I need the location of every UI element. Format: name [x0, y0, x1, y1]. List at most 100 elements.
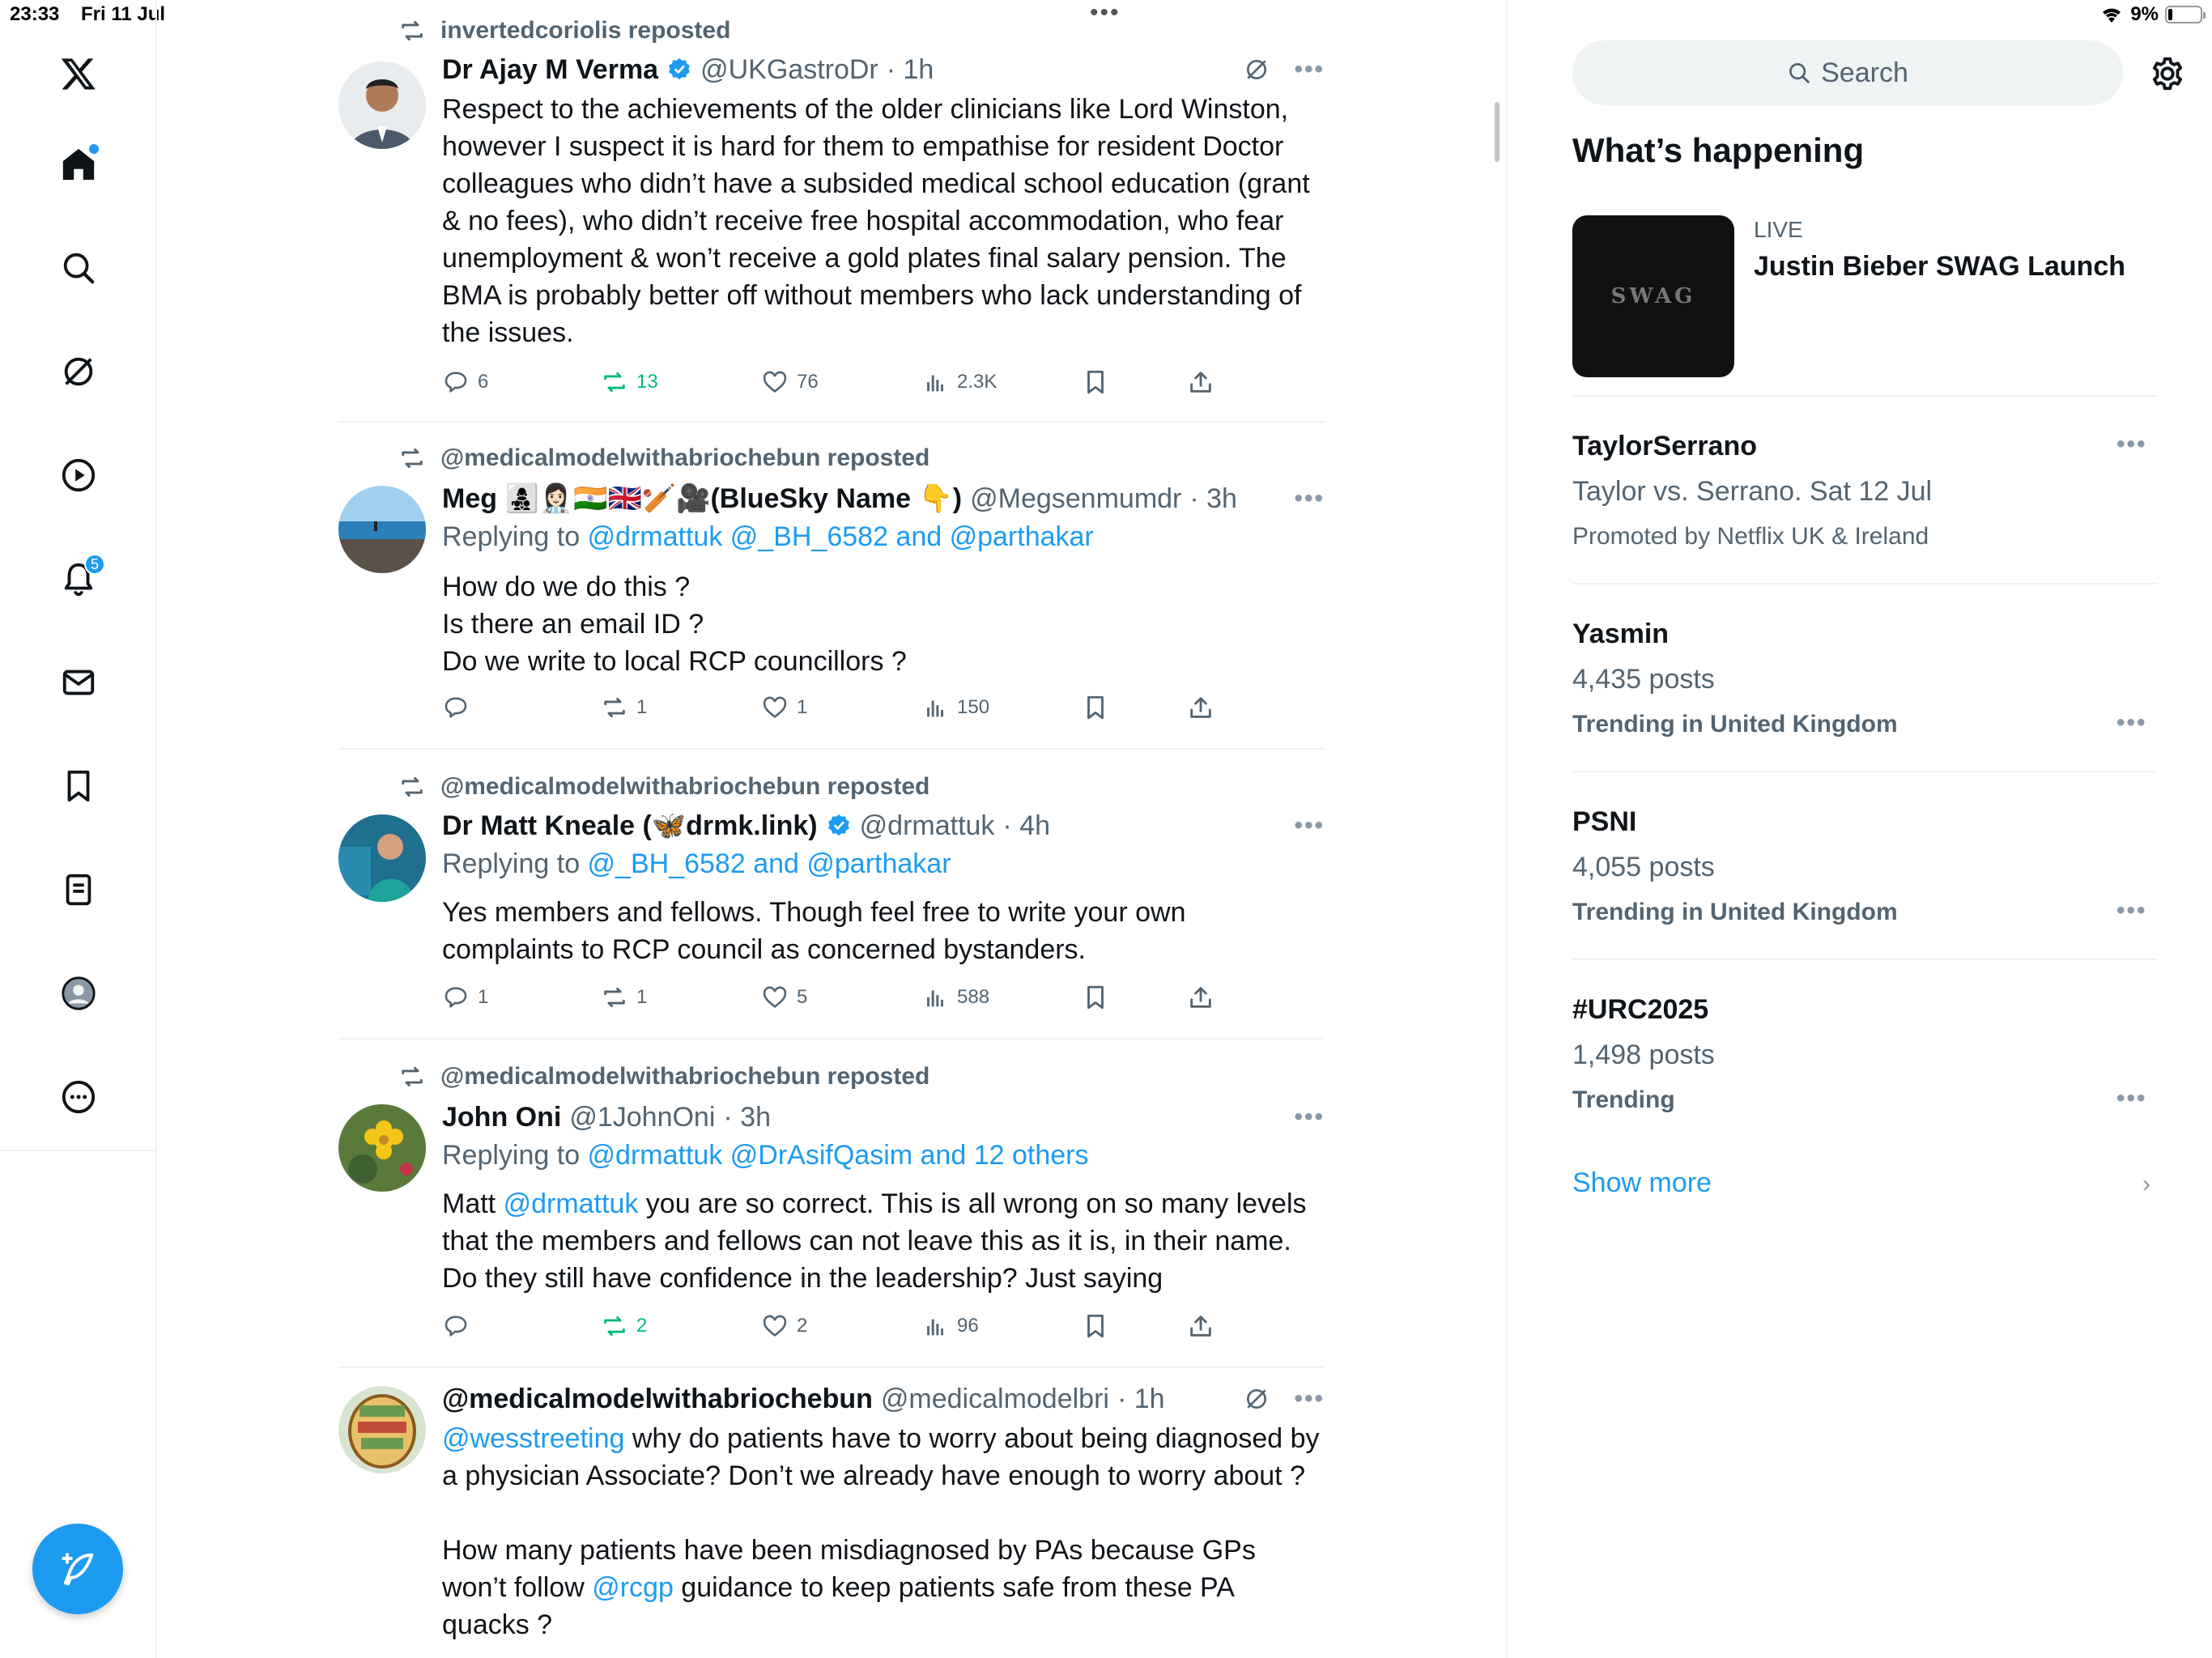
profile-avatar-icon[interactable] [50, 965, 107, 1022]
reply-button[interactable]: 1 [442, 981, 488, 1014]
avatar[interactable] [338, 1104, 426, 1192]
like-button[interactable]: 1 [761, 691, 807, 724]
author-name[interactable]: @medicalmodelwithabriochebun [442, 1384, 873, 1415]
post-time[interactable]: · 3h [1189, 483, 1237, 515]
replying-to-link[interactable]: @drmattuk @DrAsifQasim and 12 others [588, 1140, 1089, 1171]
messages-icon[interactable] [50, 654, 107, 711]
author-name[interactable]: Meg 👩‍👧‍👦👩🏻‍⚕️🇮🇳🇬🇧🏏🎥(BlueSky Name 👇) [442, 483, 962, 515]
mention-link[interactable]: @wesstreeting [442, 1423, 624, 1454]
trend-name[interactable]: Yasmin [1572, 619, 1669, 650]
reply-button[interactable] [442, 691, 478, 724]
views-button[interactable]: 588 [921, 981, 989, 1014]
views-chart-icon [927, 375, 943, 392]
post-header: @medicalmodelwithabriochebun @medicalmod… [442, 1383, 1165, 1415]
search-input[interactable]: Search [1572, 40, 2123, 105]
replying-to-link[interactable]: @drmattuk @_BH_6582 and @parthakar [588, 521, 1094, 552]
grok-icon[interactable] [1244, 57, 1270, 83]
feed-scrollbar[interactable] [1495, 102, 1499, 162]
repost-button[interactable]: 2 [601, 1310, 647, 1342]
author-handle[interactable]: @1JohnOni [569, 1102, 715, 1133]
repost-button[interactable]: 1 [601, 981, 647, 1014]
bookmark-button[interactable] [1082, 691, 1109, 724]
trend-name[interactable]: TaylorSerrano [1572, 431, 1757, 462]
grok-icon[interactable] [50, 343, 107, 400]
more-options-icon[interactable]: ••• [2116, 897, 2147, 925]
x-logo-icon[interactable] [50, 45, 107, 102]
author-handle[interactable]: @UKGastroDr [700, 54, 878, 86]
post-text: How do we do this ? Is there an email ID… [442, 572, 907, 677]
like-button[interactable]: 76 [761, 366, 819, 398]
bookmarks-icon[interactable] [50, 758, 107, 814]
mention-link[interactable]: @rcgp [592, 1572, 674, 1603]
more-options-icon[interactable] [50, 1069, 107, 1125]
post-divider [338, 1367, 1325, 1368]
live-event-thumbnail[interactable]: SWAG [1572, 215, 1734, 377]
repost-button[interactable]: 13 [601, 366, 658, 398]
author-handle[interactable]: @medicalmodelbri [881, 1384, 1109, 1415]
settings-gear-icon[interactable] [2149, 55, 2186, 92]
post-divider [338, 748, 1325, 750]
post-5[interactable]: @medicalmodelwithabriochebun @medicalmod… [338, 1383, 1325, 1658]
show-more-link[interactable]: Show more [1572, 1167, 1712, 1199]
chevron-right-icon: › [2142, 1171, 2150, 1197]
compose-post-button[interactable] [32, 1524, 123, 1614]
post-1[interactable]: invertedcoriolis reposted Dr Ajay M Verm… [338, 11, 1325, 423]
lists-icon[interactable] [50, 861, 107, 918]
trend-meta: Trending [1572, 1086, 1675, 1113]
more-options-icon[interactable]: ••• [1294, 1385, 1325, 1413]
author-name[interactable]: John Oni [442, 1102, 561, 1133]
avatar[interactable] [338, 814, 426, 902]
post-time[interactable]: · 4h [1002, 810, 1050, 842]
views-button[interactable]: 96 [921, 1310, 979, 1342]
post-time[interactable]: · 1h [887, 54, 934, 86]
more-options-icon[interactable]: ••• [1294, 812, 1325, 840]
replying-to-link[interactable]: @_BH_6582 and @parthakar [588, 848, 951, 879]
bookmark-button[interactable] [1082, 1310, 1109, 1342]
avatar[interactable] [338, 62, 426, 149]
search-icon[interactable] [50, 240, 107, 296]
reply-button[interactable]: 6 [442, 366, 488, 398]
author-name[interactable]: Dr Matt Kneale (🦋drmk.link) [442, 810, 818, 842]
views-button[interactable]: 150 [921, 691, 989, 724]
post-4[interactable]: @medicalmodelwithabriochebun reposted Jo… [338, 1057, 1325, 1368]
more-options-icon[interactable]: ••• [1294, 485, 1325, 512]
post-2[interactable]: @medicalmodelwithabriochebun reposted Me… [338, 439, 1325, 750]
author-handle[interactable]: @drmattuk [860, 810, 995, 842]
share-button[interactable] [1187, 1310, 1214, 1342]
author-handle[interactable]: @Megsenmumdr [970, 483, 1181, 515]
more-options-icon[interactable]: ••• [1294, 1103, 1325, 1131]
bookmark-button[interactable] [1082, 366, 1109, 398]
bookmark-button[interactable] [1082, 981, 1109, 1014]
author-name[interactable]: Dr Ajay M Verma [442, 54, 658, 86]
more-options-icon[interactable]: ••• [2116, 1085, 2147, 1112]
trend-name[interactable]: PSNI [1572, 806, 1636, 838]
mention-link[interactable]: @drmattuk [504, 1188, 639, 1219]
share-button[interactable] [1187, 366, 1214, 398]
reply-button[interactable] [442, 1310, 478, 1342]
share-button[interactable] [1187, 691, 1214, 724]
repost-icon [402, 448, 423, 469]
trend-name[interactable]: #URC2025 [1572, 994, 1708, 1026]
post-time[interactable]: · 3h [723, 1102, 771, 1133]
more-options-icon[interactable]: ••• [2116, 709, 2147, 737]
whats-happening-heading: What’s happening [1572, 131, 1865, 169]
notifications-icon[interactable]: 5 [50, 551, 107, 607]
more-options-icon[interactable]: ••• [2116, 431, 2147, 458]
avatar[interactable] [338, 1386, 426, 1473]
views-button[interactable]: 2.3K [921, 366, 997, 398]
live-event-title[interactable]: Justin Bieber SWAG Launch [1754, 251, 2125, 283]
like-button[interactable]: 5 [761, 981, 807, 1014]
home-icon[interactable] [50, 136, 107, 193]
share-button[interactable] [1187, 981, 1214, 1014]
more-options-icon[interactable]: ••• [1294, 56, 1325, 83]
post-time[interactable]: · 1h [1117, 1384, 1165, 1415]
avatar[interactable] [338, 486, 426, 573]
repost-button[interactable]: 1 [601, 691, 647, 724]
notifications-badge: 5 [84, 554, 105, 575]
grok-icon[interactable] [1244, 1386, 1270, 1412]
like-button[interactable]: 2 [761, 1310, 807, 1342]
video-icon[interactable] [50, 447, 107, 504]
share-icon [1190, 697, 1211, 718]
views-chart-icon [927, 990, 943, 1007]
post-3[interactable]: @medicalmodelwithabriochebun reposted Dr… [338, 767, 1325, 1039]
